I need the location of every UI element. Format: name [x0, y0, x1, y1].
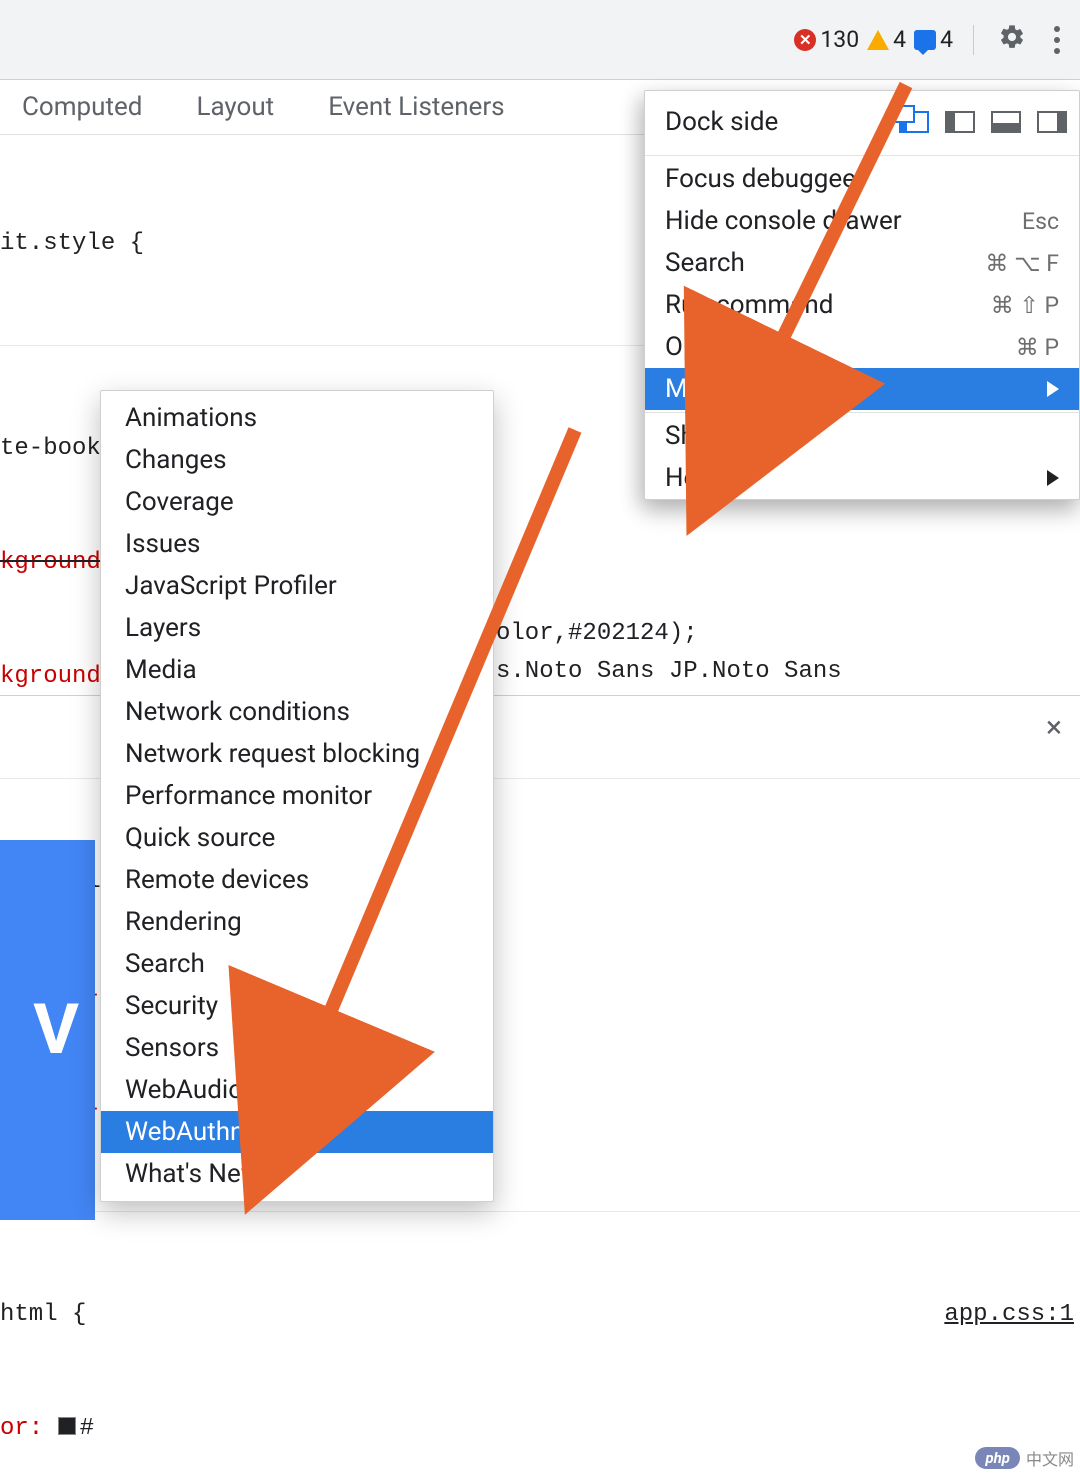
submenu-item-remote-devices[interactable]: Remote devices: [101, 859, 493, 901]
tab-event-listeners[interactable]: Event Listeners: [326, 82, 506, 132]
watermark-text: 中文网: [1026, 1446, 1074, 1470]
submenu-item-network-conditions[interactable]: Network conditions: [101, 691, 493, 733]
submenu-item-sensors[interactable]: Sensors: [101, 1027, 493, 1069]
warning-count[interactable]: 4: [867, 26, 906, 53]
menu-shortcuts[interactable]: Shortcuts: [645, 415, 1079, 457]
menu-hide-console[interactable]: Hide console drawer Esc: [645, 200, 1079, 242]
error-count-value: 130: [820, 26, 859, 53]
source-file-link[interactable]: app.css:1: [944, 1296, 1080, 1334]
message-count-value: 4: [940, 26, 953, 53]
menu-shortcut: ⌘ ⌥ F: [985, 250, 1059, 277]
gear-icon: [998, 23, 1026, 51]
warning-count-value: 4: [893, 26, 906, 53]
menu-shortcut: ⌘ ⇧ P: [991, 292, 1059, 319]
decorative-letter: V: [33, 989, 79, 1071]
dock-right-icon[interactable]: [1037, 111, 1067, 133]
menu-focus-debuggee[interactable]: Focus debuggee: [645, 158, 1079, 200]
warning-icon: [867, 30, 889, 50]
dot-icon: [1054, 37, 1060, 43]
menu-separator: [645, 155, 1079, 156]
submenu-item-media[interactable]: Media: [101, 649, 493, 691]
submenu-arrow-icon: [1047, 470, 1059, 486]
code-fragment: s.Noto Sans JP.Noto Sans: [496, 658, 842, 685]
submenu-item-search[interactable]: Search: [101, 943, 493, 985]
dock-left-icon[interactable]: [945, 111, 975, 133]
submenu-item-coverage[interactable]: Coverage: [101, 481, 493, 523]
code-selector: html {: [0, 1301, 86, 1328]
menu-shortcut: ⌘ P: [1016, 334, 1059, 361]
submenu-item-network-request-blocking[interactable]: Network request blocking: [101, 733, 493, 775]
submenu-item-quick-source[interactable]: Quick source: [101, 817, 493, 859]
more-tools-submenu: Animations Changes Coverage Issues JavaS…: [100, 390, 494, 1202]
menu-more-tools[interactable]: More tools: [645, 368, 1079, 410]
menu-separator: [645, 412, 1079, 413]
devtools-toolbar: ✕ 130 4 4: [0, 0, 1080, 80]
php-badge: php: [975, 1447, 1020, 1469]
submenu-item-js-profiler[interactable]: JavaScript Profiler: [101, 565, 493, 607]
menu-label: More tools: [665, 374, 789, 404]
menu-label: Run command: [665, 290, 833, 320]
dock-undock-icon[interactable]: [899, 111, 929, 133]
code-line[interactable]: html { app.css:1: [0, 1296, 1080, 1334]
submenu-item-animations[interactable]: Animations: [101, 397, 493, 439]
tab-layout[interactable]: Layout: [194, 82, 276, 132]
submenu-item-webaudio[interactable]: WebAudio: [101, 1069, 493, 1111]
submenu-item-security[interactable]: Security: [101, 985, 493, 1027]
color-swatch[interactable]: [58, 1417, 76, 1435]
error-count[interactable]: ✕ 130: [794, 26, 859, 53]
dot-icon: [1054, 26, 1060, 32]
code-separator: [0, 1211, 1080, 1212]
menu-dock-label: Dock side: [665, 107, 778, 137]
menu-shortcut: Esc: [1022, 208, 1059, 235]
menu-label: Search: [665, 248, 745, 278]
more-options-button[interactable]: [1046, 18, 1068, 62]
menu-dock-side: Dock side: [645, 91, 1079, 153]
dock-bottom-icon[interactable]: [991, 111, 1021, 133]
menu-run-command[interactable]: Run command ⌘ ⇧ P: [645, 284, 1079, 326]
close-drawer-button[interactable]: ×: [1046, 710, 1062, 745]
main-menu: Dock side Focus debuggee Hide console dr…: [644, 90, 1080, 500]
settings-button[interactable]: [990, 15, 1034, 65]
submenu-item-webauthn[interactable]: WebAuthn: [101, 1111, 493, 1153]
submenu-item-issues[interactable]: Issues: [101, 523, 493, 565]
decorative-blue-tile: V: [0, 840, 95, 1220]
info-icon: [914, 30, 936, 50]
error-icon: ✕: [794, 29, 816, 51]
code-fragment: olor,#202124);: [496, 620, 698, 647]
menu-help[interactable]: Help: [645, 457, 1079, 499]
menu-open-file[interactable]: Open file ⌘ P: [645, 326, 1079, 368]
submenu-item-layers[interactable]: Layers: [101, 607, 493, 649]
code-line[interactable]: or: #: [0, 1410, 1080, 1448]
message-count[interactable]: 4: [914, 26, 953, 53]
submenu-item-rendering[interactable]: Rendering: [101, 901, 493, 943]
menu-label: Shortcuts: [665, 421, 777, 451]
dock-icons-group: [899, 111, 1067, 133]
toolbar-divider: [973, 25, 974, 55]
watermark: php 中文网: [975, 1446, 1074, 1470]
submenu-arrow-icon: [1047, 381, 1059, 397]
dot-icon: [1054, 48, 1060, 54]
menu-label: Focus debuggee: [665, 164, 856, 194]
tab-computed[interactable]: Computed: [20, 82, 144, 132]
submenu-item-performance-monitor[interactable]: Performance monitor: [101, 775, 493, 817]
css-value: #: [80, 1415, 94, 1442]
menu-label: Help: [665, 463, 718, 493]
submenu-item-changes[interactable]: Changes: [101, 439, 493, 481]
submenu-item-whats-new[interactable]: What's New: [101, 1153, 493, 1195]
menu-label: Hide console drawer: [665, 206, 902, 236]
css-property: or:: [0, 1415, 58, 1442]
menu-search[interactable]: Search ⌘ ⌥ F: [645, 242, 1079, 284]
menu-label: Open file: [665, 332, 767, 362]
